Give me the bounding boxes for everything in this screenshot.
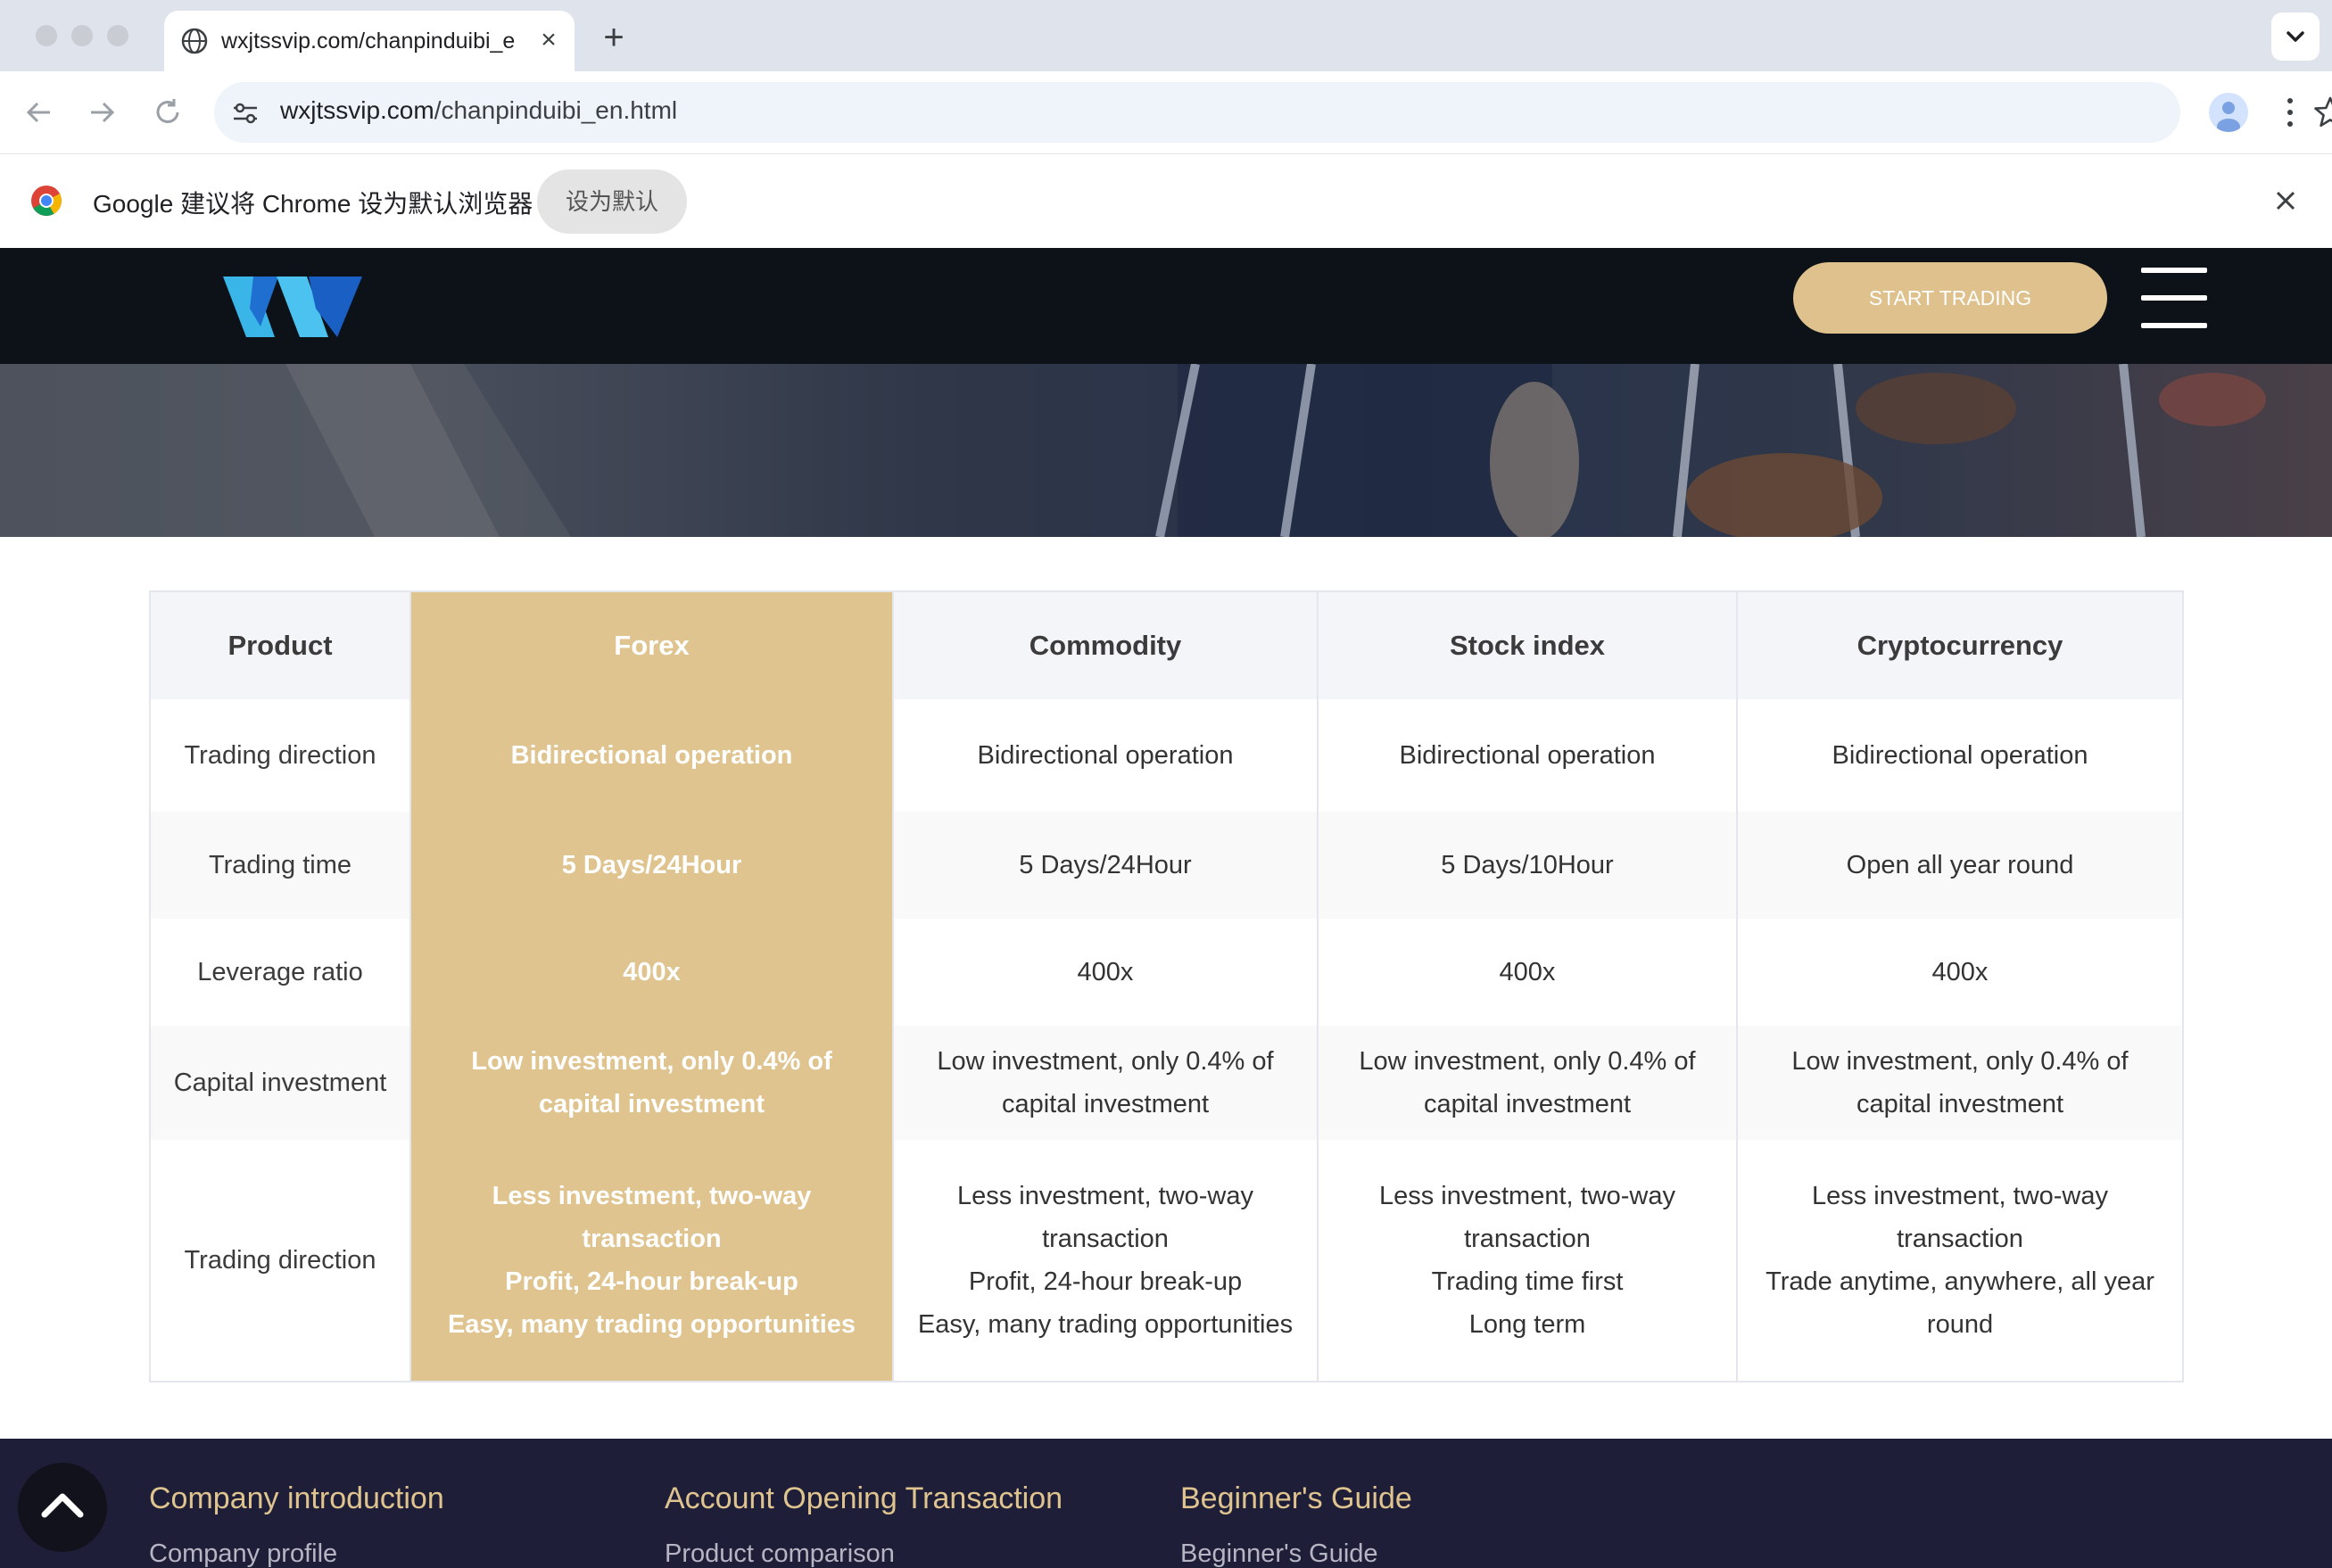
profile-icon[interactable] bbox=[2209, 93, 2248, 132]
chevron-up-icon bbox=[41, 1493, 84, 1518]
plus-icon[interactable]: + bbox=[596, 20, 632, 55]
tab-search-button[interactable] bbox=[2271, 12, 2320, 61]
infobar-message: Google 建议将 Chrome 设为默认浏览器 bbox=[93, 190, 533, 218]
site-footer: Company introduction Company profile Acc… bbox=[0, 1439, 2332, 1568]
table-cell: Open all year round bbox=[1736, 812, 2183, 919]
table-cell: Low investment, only 0.4% of capital inv… bbox=[1736, 1026, 2183, 1140]
cell-line: Easy, many trading opportunities bbox=[447, 1310, 856, 1339]
cell-line: Trading time first bbox=[1431, 1267, 1624, 1296]
footer-link[interactable]: Product comparison bbox=[665, 1539, 1063, 1568]
window-zoom-dot[interactable] bbox=[107, 25, 128, 46]
url-path: /chanpinduibi_en.html bbox=[434, 96, 678, 124]
table-cell: Bidirectional operation bbox=[409, 699, 893, 812]
cell-line: Profit, 24-hour break-up bbox=[968, 1267, 1243, 1296]
back-icon[interactable] bbox=[20, 93, 59, 132]
chrome-logo-icon bbox=[31, 186, 62, 216]
default-browser-infobar: Google 建议将 Chrome 设为默认浏览器 设为默认 bbox=[0, 154, 2332, 248]
window-minimize-dot[interactable] bbox=[71, 25, 93, 46]
column-header-product: Product bbox=[149, 591, 410, 699]
table-cell: 5 Days/24Hour bbox=[892, 812, 1318, 919]
footer-column-account: Account Opening Transaction Product comp… bbox=[665, 1481, 1063, 1568]
table-cell: 400x bbox=[1317, 919, 1737, 1026]
url-text: wxjtssvip.com/chanpinduibi_en.html bbox=[280, 96, 677, 125]
banner-photo bbox=[0, 364, 2266, 537]
table-cell: Bidirectional operation bbox=[892, 699, 1318, 812]
cell-line: Easy, many trading opportunities bbox=[917, 1310, 1294, 1339]
footer-heading[interactable]: Account Opening Transaction bbox=[665, 1481, 1063, 1516]
table-cell: 400x bbox=[409, 919, 893, 1026]
table-cell: Low investment, only 0.4% of capital inv… bbox=[1317, 1026, 1737, 1140]
table-cell: 5 Days/10Hour bbox=[1317, 812, 1737, 919]
cell-line: Profit, 24-hour break-up bbox=[505, 1267, 798, 1296]
cell-line: Less investment, two-way transaction bbox=[492, 1182, 812, 1253]
cell-line: Long term bbox=[1468, 1310, 1586, 1339]
row-label: Trading direction bbox=[149, 699, 410, 812]
table-cell: Low investment, only 0.4% of capital inv… bbox=[892, 1026, 1318, 1140]
table-row: Trading direction Less investment, two-w… bbox=[149, 1140, 2183, 1382]
product-comparison-table: Product Forex Commodity Stock index Cryp… bbox=[149, 590, 2184, 1382]
close-icon[interactable]: × bbox=[533, 25, 564, 55]
footer-link[interactable]: Company profile bbox=[149, 1539, 444, 1568]
kebab-menu-icon[interactable] bbox=[2277, 93, 2303, 132]
table-header-row: Product Forex Commodity Stock index Cryp… bbox=[149, 591, 2183, 699]
start-trading-button[interactable]: START TRADING bbox=[1793, 262, 2107, 334]
url-domain: wxjtssvip.com bbox=[280, 96, 434, 124]
browser-toolbar: wxjtssvip.com/chanpinduibi_en.html bbox=[0, 71, 2332, 154]
cell-line: Less investment, two-way transaction bbox=[1378, 1182, 1675, 1253]
hamburger-menu-icon[interactable] bbox=[2141, 268, 2207, 328]
site-info-icon[interactable] bbox=[230, 98, 260, 128]
hero-banner-image bbox=[0, 364, 2332, 537]
address-bar[interactable]: wxjtssvip.com/chanpinduibi_en.html bbox=[214, 82, 2332, 143]
footer-heading[interactable]: Beginner's Guide bbox=[1180, 1481, 1412, 1516]
table-cell: Less investment, two-way transaction Pro… bbox=[892, 1140, 1318, 1382]
star-icon[interactable] bbox=[2312, 95, 2332, 130]
row-label: Capital investment bbox=[149, 1026, 410, 1140]
table-cell: 5 Days/24Hour bbox=[409, 812, 893, 919]
site-header: START TRADING bbox=[0, 248, 2332, 364]
table-cell: Less investment, two-way transaction Pro… bbox=[409, 1140, 893, 1382]
table-row: Trading time 5 Days/24Hour 5 Days/24Hour… bbox=[149, 812, 2183, 919]
tab-strip: wxjtssvip.com/chanpinduibi_en.html × + bbox=[0, 0, 2332, 71]
tab-title: wxjtssvip.com/chanpinduibi_en.html bbox=[221, 29, 516, 54]
table-row: Leverage ratio 400x 400x 400x 400x bbox=[149, 919, 2183, 1026]
cell-line: Less investment, two-way transaction bbox=[956, 1182, 1253, 1253]
person-icon bbox=[2217, 102, 2240, 132]
browser-tab[interactable]: wxjtssvip.com/chanpinduibi_en.html × bbox=[164, 11, 575, 71]
table-cell: 400x bbox=[892, 919, 1318, 1026]
column-header-cryptocurrency: Cryptocurrency bbox=[1736, 591, 2183, 699]
set-default-button[interactable]: 设为默认 bbox=[537, 169, 687, 234]
column-header-forex: Forex bbox=[409, 591, 893, 699]
table-row: Capital investment Low investment, only … bbox=[149, 1026, 2183, 1140]
table-cell: Less investment, two-way transaction Tra… bbox=[1736, 1140, 2183, 1382]
window-close-dot[interactable] bbox=[36, 25, 57, 46]
forward-icon[interactable] bbox=[82, 93, 121, 132]
globe-icon bbox=[181, 28, 208, 54]
column-header-commodity: Commodity bbox=[892, 591, 1318, 699]
reload-icon[interactable] bbox=[148, 93, 187, 132]
row-label: Leverage ratio bbox=[149, 919, 410, 1026]
table-cell: Low investment, only 0.4% of capital inv… bbox=[409, 1026, 893, 1140]
table-cell: Bidirectional operation bbox=[1317, 699, 1737, 812]
table-cell: 400x bbox=[1736, 919, 2183, 1026]
cell-line: Trade anytime, anywhere, all year round bbox=[1766, 1267, 2154, 1339]
close-icon[interactable] bbox=[2270, 185, 2302, 217]
brand-logo[interactable] bbox=[223, 273, 362, 341]
cell-line: Less investment, two-way transaction bbox=[1811, 1182, 2108, 1253]
chevron-down-icon bbox=[2287, 31, 2304, 42]
footer-column-guide: Beginner's Guide Beginner's Guide bbox=[1180, 1481, 1412, 1568]
table-cell: Less investment, two-way transaction Tra… bbox=[1317, 1140, 1737, 1382]
table-cell: Bidirectional operation bbox=[1736, 699, 2183, 812]
column-header-stock-index: Stock index bbox=[1317, 591, 1737, 699]
table-row: Trading direction Bidirectional operatio… bbox=[149, 699, 2183, 812]
row-label: Trading direction bbox=[149, 1140, 410, 1382]
back-to-top-button[interactable] bbox=[18, 1463, 107, 1552]
footer-heading[interactable]: Company introduction bbox=[149, 1481, 444, 1516]
footer-link[interactable]: Beginner's Guide bbox=[1180, 1539, 1412, 1568]
row-label: Trading time bbox=[149, 812, 410, 919]
footer-column-company: Company introduction Company profile bbox=[149, 1481, 444, 1568]
